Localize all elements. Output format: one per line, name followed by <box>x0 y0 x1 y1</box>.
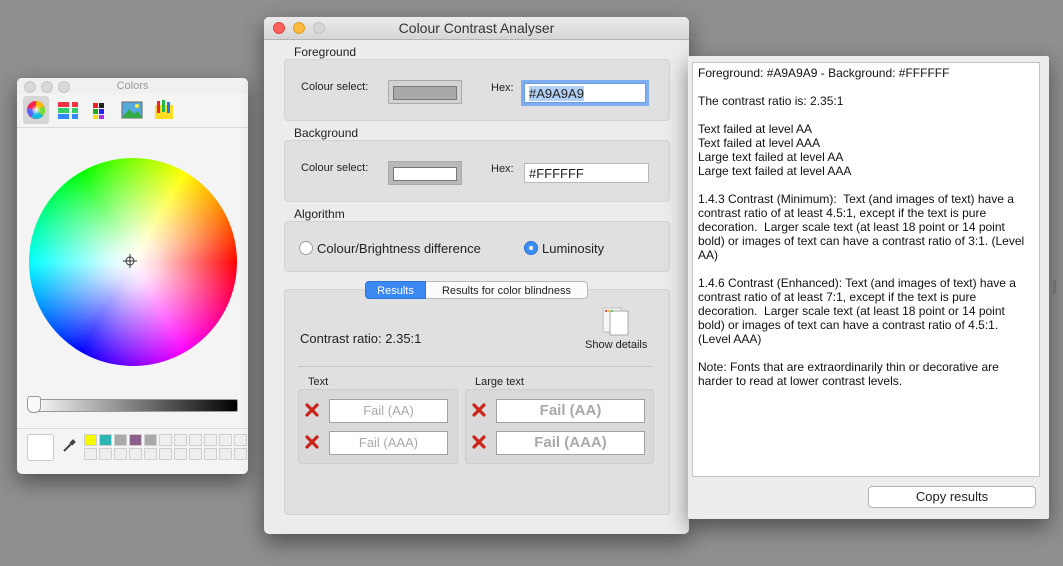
bg-hex-input[interactable]: #FFFFFF <box>524 163 649 183</box>
fail-x-icon <box>305 435 319 449</box>
swatch[interactable] <box>189 448 202 460</box>
swatch[interactable] <box>219 434 232 446</box>
background-box: Colour select: Hex: #FFFFFF <box>284 140 670 202</box>
window-title: Colour Contrast Analyser <box>398 20 555 36</box>
crayons-icon <box>155 100 173 119</box>
color-wheel-icon <box>26 101 46 119</box>
foreground-label: Foreground <box>294 45 357 59</box>
color-sliders-icon <box>58 101 78 120</box>
fg-hex-input[interactable]: #A9A9A9 <box>524 83 646 103</box>
swatch[interactable] <box>129 448 142 460</box>
swatch[interactable] <box>129 434 142 446</box>
color-palettes-icon <box>93 103 104 119</box>
luminosity-radio[interactable] <box>524 241 538 255</box>
large-aa-result: Fail (AA) <box>496 399 645 423</box>
brightness-radio-label[interactable]: Colour/Brightness difference <box>317 241 481 256</box>
swatch[interactable] <box>114 448 127 460</box>
fg-colour-select-label: Colour select: <box>301 81 369 93</box>
large-aaa-result: Fail (AAA) <box>496 431 645 455</box>
show-details-label[interactable]: Show details <box>585 339 647 351</box>
swatch-grid <box>84 434 247 460</box>
tab-color-blindness[interactable]: Results for color blindness <box>426 281 588 299</box>
swatch[interactable] <box>84 448 97 460</box>
results-window: Foreground: #A9A9A9 - Background: #FFFFF… <box>688 56 1049 519</box>
swatch[interactable] <box>204 448 217 460</box>
eyedropper-icon[interactable] <box>61 438 77 454</box>
swatch[interactable] <box>144 448 157 460</box>
background-label: Background <box>294 126 359 140</box>
image-palettes-icon <box>121 101 143 119</box>
colors-toolbar <box>17 94 248 128</box>
fail-x-icon <box>305 403 319 417</box>
large-text-heading: Large text <box>475 376 524 388</box>
text-aa-result: Fail (AA) <box>329 399 448 423</box>
text-heading: Text <box>308 376 329 388</box>
resize-handle[interactable] <box>1053 280 1056 294</box>
swatch[interactable] <box>99 434 112 446</box>
colors-panel: Colors <box>17 78 248 474</box>
algorithm-box: Colour/Brightness difference Luminosity <box>284 221 670 272</box>
contrast-ratio: Contrast ratio: 2.35:1 <box>300 331 422 346</box>
foreground-box: Colour select: Hex: #A9A9A9 <box>284 59 670 121</box>
crosshair-icon <box>123 254 137 268</box>
swatch[interactable] <box>99 448 112 460</box>
bg-colour-swatch <box>393 167 457 181</box>
details-document-icon[interactable] <box>598 302 634 338</box>
contrast-analyser-window: Colour Contrast Analyser Foreground Colo… <box>264 17 689 534</box>
fg-hex-label: Hex: <box>491 82 514 94</box>
results-text[interactable]: Foreground: #A9A9A9 - Background: #FFFFF… <box>692 62 1040 477</box>
swatch[interactable] <box>144 434 157 446</box>
luminosity-radio-label[interactable]: Luminosity <box>542 241 604 256</box>
color-palettes-tab[interactable] <box>87 96 113 124</box>
fg-hex-value: #A9A9A9 <box>529 86 584 101</box>
color-sliders-tab[interactable] <box>55 96 81 124</box>
fail-x-icon <box>472 403 486 417</box>
brightness-radio[interactable] <box>299 241 313 255</box>
colors-title: Colors <box>116 80 149 92</box>
brightness-slider-knob[interactable] <box>27 396 41 413</box>
swatch[interactable] <box>84 434 97 446</box>
text-aaa-result: Fail (AAA) <box>329 431 448 455</box>
main-titlebar: Colour Contrast Analyser <box>264 17 689 40</box>
text-results-box: Fail (AA) Fail (AAA) <box>298 389 458 464</box>
swatch[interactable] <box>234 448 247 460</box>
swatch[interactable] <box>219 448 232 460</box>
color-wheel-tab[interactable] <box>23 96 49 124</box>
crayons-tab[interactable] <box>151 96 177 124</box>
swatch[interactable] <box>204 434 217 446</box>
colors-titlebar: Colors <box>17 78 248 94</box>
bg-colour-select-label: Colour select: <box>301 162 369 174</box>
swatch[interactable] <box>189 434 202 446</box>
fail-x-icon <box>472 435 486 449</box>
brightness-slider[interactable] <box>29 399 238 412</box>
algorithm-label: Algorithm <box>294 207 345 221</box>
tab-results[interactable]: Results <box>365 281 426 299</box>
swatch[interactable] <box>159 448 172 460</box>
large-text-results-box: Fail (AA) Fail (AAA) <box>465 389 654 464</box>
current-color-swatch[interactable] <box>27 434 54 461</box>
fg-colour-well[interactable] <box>388 80 462 104</box>
bg-hex-label: Hex: <box>491 163 514 175</box>
bg-hex-value: #FFFFFF <box>529 166 584 181</box>
swatch[interactable] <box>174 434 187 446</box>
results-divider <box>298 366 653 367</box>
swatch[interactable] <box>174 448 187 460</box>
swatch[interactable] <box>234 434 247 446</box>
fg-colour-swatch <box>393 86 457 100</box>
swatch[interactable] <box>114 434 127 446</box>
swatch[interactable] <box>159 434 172 446</box>
image-palettes-tab[interactable] <box>119 96 145 124</box>
copy-results-button[interactable]: Copy results <box>868 486 1036 508</box>
bg-colour-well[interactable] <box>388 161 462 185</box>
